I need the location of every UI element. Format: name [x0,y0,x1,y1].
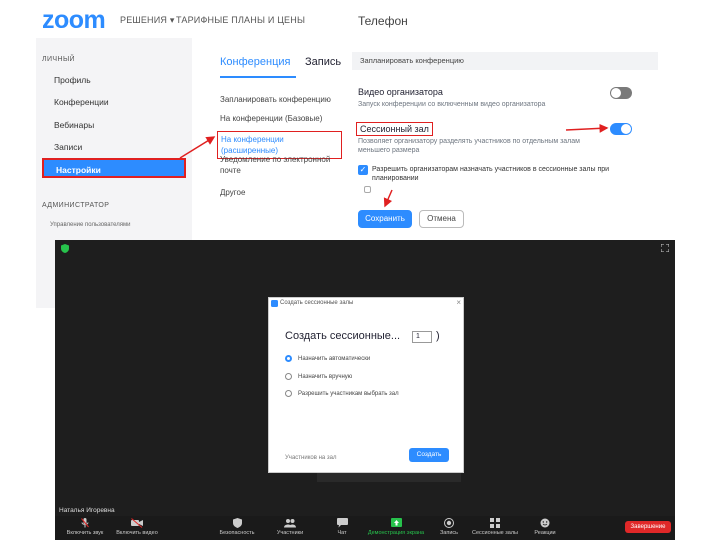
participants-per-room-note: Участников на зал [285,455,337,461]
host-video-toggle[interactable] [610,87,632,99]
submenu-email-notification[interactable]: Уведомление по электронной почте [220,154,345,176]
nav-solutions[interactable]: РЕШЕНИЯ ▾ [120,15,175,26]
active-tab-underline [220,76,296,78]
toggle-knob [621,124,631,134]
participants-icon [284,519,296,528]
toolbar-label: Реакции [534,530,556,536]
breakout-rooms-dialog: Создать сессионные залы × Создать сессио… [268,297,464,473]
nav-plans-pricing[interactable]: ТАРИФНЫЕ ПЛАНЫ И ЦЕНЫ [176,15,305,25]
meeting-window: Наталья Игоревна Создать сессионные залы… [55,240,675,540]
sidebar-item-recordings[interactable]: Записи [54,142,82,152]
toolbar-share-screen-button[interactable]: Демонстрация экрана [366,518,426,536]
toggle-knob [611,88,621,98]
option-host-video-title: Видео организатора [358,87,443,97]
create-rooms-button[interactable]: Создать [409,448,449,462]
submenu-in-meeting-basic[interactable]: На конференции (Базовые) [220,113,345,124]
breakout-icon [490,518,500,528]
sidebar-section-personal: ЛИЧНЫЙ [42,56,75,63]
nav-phone[interactable]: Телефон [358,14,408,28]
settings-tabs-column: Конференция Запись Запланировать конфере… [212,38,347,238]
option-breakout-room-desc: Позволяет организатору разделять участни… [358,138,580,154]
option-host-video-desc: Запуск конференции со включенным видео о… [358,101,546,108]
radio-assign-manually[interactable] [285,373,292,380]
radio-label-choose: Разрешить участникам выбрать зал [298,391,399,397]
sidebar-item-profile[interactable]: Профиль [54,75,91,85]
radio-let-participants-choose[interactable] [285,390,292,397]
settings-page: zoom РЕШЕНИЯ ▾ ТАРИФНЫЕ ПЛАНЫ И ЦЕНЫ Тел… [0,0,720,308]
toolbar-label: Включить звук [66,530,104,536]
submenu-other[interactable]: Другое [220,187,345,198]
tab-meeting[interactable]: Конференция [220,56,290,68]
cancel-button[interactable]: Отмена [419,210,464,228]
sidebar-section-admin: АДМИНИСТРАТОР [42,202,110,209]
option-breakout-room-title: Сессионный зал [356,122,433,136]
dialog-titlebar: Создать сессионные залы × [269,298,465,310]
shield-icon [232,518,242,528]
sidebar-item-user-management[interactable]: Управление пользователями [50,222,131,228]
mic-icon [81,518,89,528]
toolbar-label: Демонстрация экрана [367,530,425,536]
video-icon [131,518,143,528]
sidebar-item-settings[interactable]: Настройки [42,158,186,178]
sidebar-item-webinars[interactable]: Вебинары [54,120,94,130]
record-icon [444,518,454,528]
meeting-top-bar [55,240,675,258]
fullscreen-icon[interactable] [661,244,669,252]
toolbar-reactions-button[interactable]: Реакции [515,518,575,536]
reactions-icon [540,518,550,528]
dialog-window-title: Создать сессионные залы [280,300,354,306]
room-count-input[interactable]: 1 [412,331,432,343]
chat-icon [336,518,348,528]
zoom-logo[interactable]: zoom [42,6,106,35]
save-button[interactable]: Сохранить [358,210,412,228]
radio-label-manual: Назначить вручную [298,374,353,380]
share-screen-icon [390,518,402,527]
close-icon[interactable]: × [456,298,461,307]
allow-assign-checkbox[interactable]: ✓ [358,165,368,175]
breakout-room-toggle[interactable] [610,123,632,135]
encryption-shield-icon[interactable] [61,244,69,253]
top-navigation: zoom РЕШЕНИЯ ▾ ТАРИФНЫЕ ПЛАНЫ И ЦЕНЫ Тел… [0,0,720,38]
allow-assign-label: Разрешить организаторам назначать участн… [372,166,610,182]
toolbar-start-video-button[interactable]: Включить видео [107,518,167,536]
toolbar-security-button[interactable]: Безопасность [207,518,267,536]
radio-assign-automatically[interactable] [285,355,292,362]
content-section-header: Запланировать конференцию [352,52,658,70]
heading-paren: ) [436,330,440,342]
zoom-app-icon [271,300,278,307]
settings-content: Запланировать конференцию Видео организа… [352,38,658,238]
toolbar-unmute-button[interactable]: Включить звук [55,518,115,536]
sidebar-item-meetings[interactable]: Конференции [54,97,109,107]
end-meeting-button[interactable]: Завершение [625,521,671,533]
meeting-toolbar: Включить звук Включить видео Безопасност… [55,516,675,540]
tab-recording[interactable]: Запись [305,56,341,68]
sub-option-checkbox[interactable] [364,186,371,193]
radio-label-automatic: Назначить автоматически [298,356,371,362]
submenu-schedule-meeting[interactable]: Запланировать конференцию [220,94,345,105]
toolbar-chat-button[interactable]: Чат [312,518,372,536]
toolbar-label: Участники [276,530,304,536]
dialog-heading: Создать сессионные... [285,330,401,342]
toolbar-label: Включить видео [116,530,158,536]
toolbar-label: Безопасность [219,530,255,536]
toolbar-participants-button[interactable]: Участники [260,518,320,536]
participant-name: Наталья Игоревна [59,507,115,514]
toolbar-label: Чат [337,530,347,536]
